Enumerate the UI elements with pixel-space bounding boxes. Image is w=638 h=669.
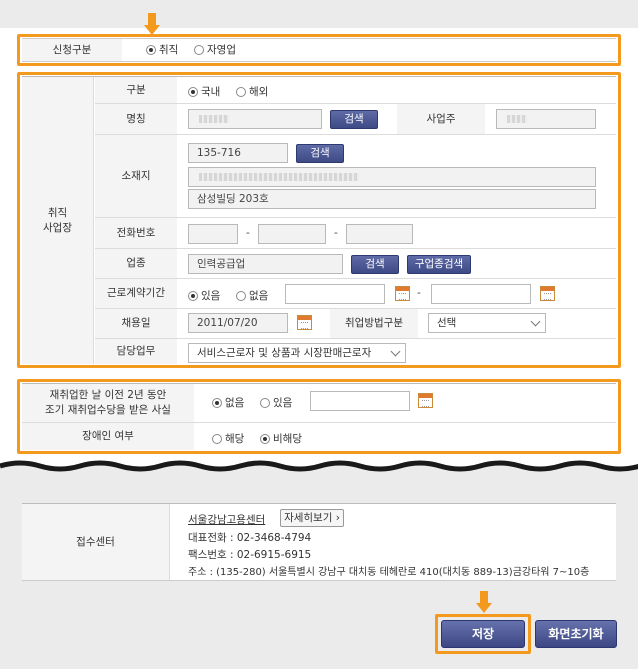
- arrow-down-icon: [144, 13, 160, 35]
- reset-button[interactable]: 화면초기화: [535, 620, 617, 648]
- section3-highlight: [17, 379, 621, 454]
- detail-button[interactable]: 자세히보기 ›: [280, 509, 344, 527]
- save-highlight: [435, 614, 531, 654]
- top-gray-band: [0, 0, 638, 28]
- page-break-wave: [0, 456, 638, 488]
- center-label: 접수센터: [22, 504, 170, 580]
- center-name-link[interactable]: 서울강남고용센터: [188, 512, 265, 527]
- center-address: 주소 : (135-280) 서울특별시 강남구 대치동 테헤란로 410(대치…: [188, 567, 590, 578]
- center-fax: 팩스번호 : 02-6915-6915: [188, 549, 312, 561]
- section1-highlight: [17, 34, 621, 66]
- workplace-highlight: [17, 72, 621, 368]
- arrow-down-icon: [476, 591, 492, 613]
- detail-button-label: 자세히보기: [284, 512, 333, 524]
- chevron-right-icon: ›: [332, 512, 340, 524]
- center-phone: 대표전화 : 02-3468-4794: [188, 532, 312, 544]
